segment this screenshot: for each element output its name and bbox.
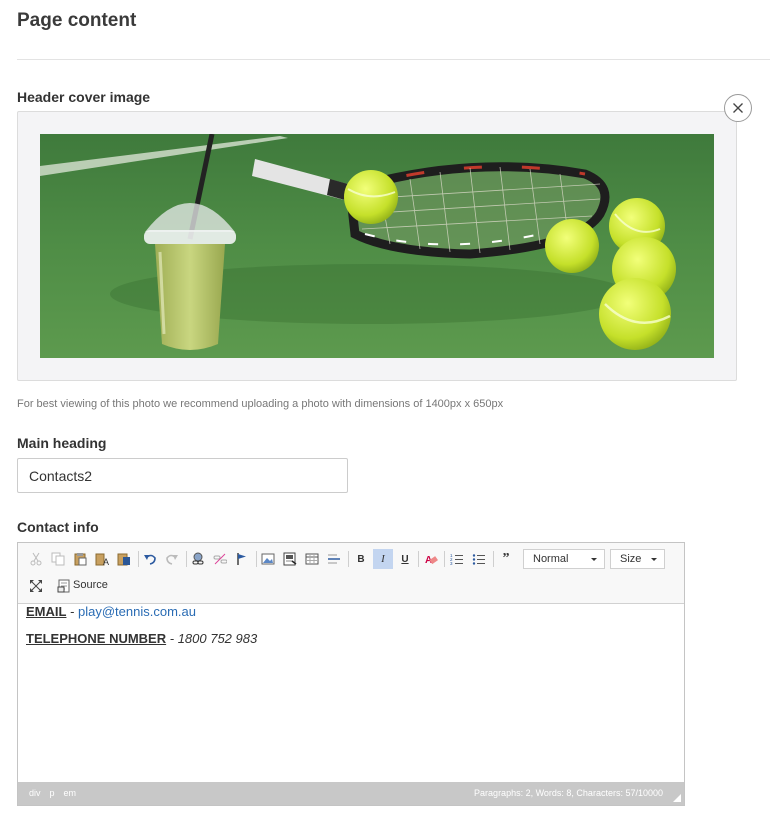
italic-button[interactable]: I — [373, 549, 393, 569]
contact-info-label: Contact info — [17, 519, 99, 535]
title-divider — [17, 59, 770, 60]
main-heading-label: Main heading — [17, 435, 107, 451]
blockquote-icon[interactable]: ” — [496, 549, 516, 569]
phone-label: TELEPHONE NUMBER — [26, 631, 167, 646]
main-heading-input[interactable] — [17, 458, 348, 493]
horizontal-line-icon[interactable] — [324, 549, 344, 569]
link-icon[interactable] — [188, 549, 208, 569]
path-item-div[interactable]: div — [29, 788, 41, 798]
paste-text-icon[interactable]: A — [92, 549, 112, 569]
cover-image-hint: For best viewing of this photo we recomm… — [17, 398, 504, 410]
resize-handle-icon[interactable] — [673, 794, 681, 802]
embed-icon[interactable] — [280, 549, 300, 569]
element-path: div p em — [29, 788, 85, 798]
size-select-value: Size — [620, 553, 642, 565]
format-select[interactable]: Normal — [523, 549, 605, 569]
format-select-value: Normal — [533, 553, 569, 565]
bold-button[interactable]: B — [351, 549, 371, 569]
table-icon[interactable] — [302, 549, 322, 569]
path-item-p[interactable]: p — [50, 788, 55, 798]
svg-text:3: 3 — [450, 561, 453, 566]
editor-toolbar: A B I U A 1 2 3 ” Normal Size Source — [18, 543, 684, 604]
source-icon[interactable] — [54, 576, 74, 596]
source-button-label[interactable]: Source — [73, 579, 108, 591]
undo-icon[interactable] — [140, 549, 160, 569]
underline-button[interactable]: U — [395, 549, 415, 569]
anchor-icon[interactable] — [232, 549, 252, 569]
close-icon — [733, 103, 743, 113]
paste-word-icon[interactable] — [114, 549, 134, 569]
remove-cover-button[interactable] — [724, 94, 752, 122]
copy-icon[interactable] — [48, 549, 68, 569]
cover-image-preview — [40, 134, 714, 358]
editor-status-bar: div p em Paragraphs: 2, Words: 8, Characte… — [18, 782, 684, 805]
email-separator: - — [66, 604, 79, 619]
cover-image-label: Header cover image — [17, 89, 151, 105]
email-label: EMAIL — [26, 604, 67, 619]
maximize-icon[interactable] — [26, 576, 46, 596]
numbered-list-icon[interactable]: 123 — [447, 549, 467, 569]
image-icon[interactable] — [258, 549, 278, 569]
cut-icon[interactable] — [26, 549, 46, 569]
bullet-list-icon[interactable] — [469, 549, 489, 569]
email-link[interactable]: play@tennis.com.au — [78, 604, 196, 619]
phone-separator: - — [166, 631, 178, 646]
phone-number: 1800 752 983 — [177, 631, 258, 646]
redo-icon[interactable] — [162, 549, 182, 569]
page-title: Page content — [17, 10, 137, 31]
unlink-icon[interactable] — [210, 549, 230, 569]
remove-format-icon[interactable]: A — [421, 549, 441, 569]
chevron-down-icon — [651, 558, 657, 561]
word-count: Paragraphs: 2, Words: 8, Characters: 57/… — [474, 788, 663, 798]
phone-line: TELEPHONE NUMBER - 1800 752 983 — [26, 631, 257, 658]
contact-info-editor[interactable]: A B I U A 1 2 3 ” Normal Size Source EMA… — [17, 542, 685, 806]
path-item-em[interactable]: em — [64, 788, 77, 798]
paste-icon[interactable] — [70, 549, 90, 569]
size-select[interactable]: Size — [610, 549, 665, 569]
editor-content[interactable]: EMAIL - play@tennis.com.au TELEPHONE NUM… — [26, 604, 257, 658]
chevron-down-icon — [591, 558, 597, 561]
svg-text:A: A — [103, 557, 109, 566]
email-line: EMAIL - play@tennis.com.au — [26, 604, 257, 631]
